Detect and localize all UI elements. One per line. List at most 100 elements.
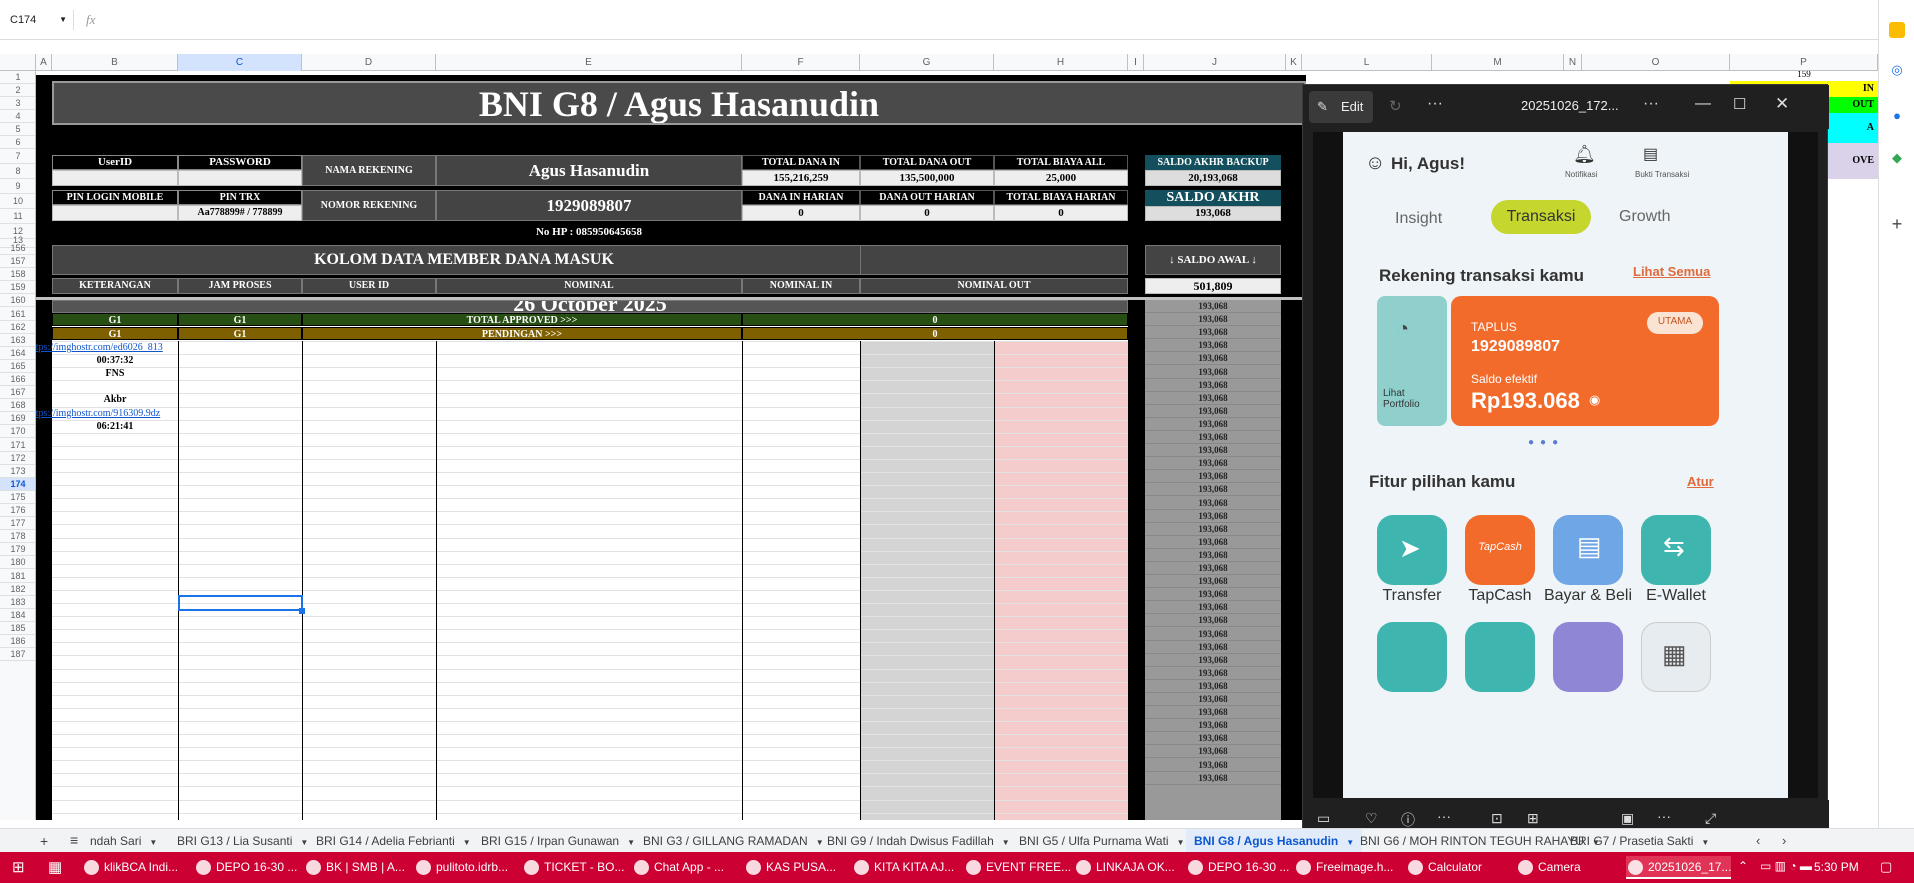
row-header-5[interactable]: 5 [0, 123, 35, 136]
row-header-7[interactable]: 7 [0, 149, 35, 164]
row-header-9[interactable]: 9 [0, 179, 35, 194]
value-pin-login[interactable] [52, 205, 178, 221]
member-entry[interactable]: 00:37:32 [52, 354, 178, 367]
row-header-2[interactable]: 2 [0, 84, 35, 97]
start-icon[interactable]: ⊞ [12, 858, 25, 876]
saldo-running-cell[interactable]: 193,068 [1145, 601, 1281, 615]
row-header-183[interactable]: 183 [0, 596, 35, 609]
taskbar-item[interactable]: klikBCA Indi... [82, 856, 178, 879]
filmstrip-icon[interactable]: ▭ [1317, 810, 1330, 827]
fullscreen-icon[interactable]: ⤢ [1705, 810, 1716, 827]
chevron-down-icon[interactable]: ▼ [463, 838, 471, 847]
value-total-biaya-harian[interactable]: 0 [994, 205, 1128, 221]
saldo-running-cell[interactable]: 193,068 [1145, 457, 1281, 471]
taskbar-item[interactable]: KITA KITA AJ... [852, 856, 954, 879]
taskbar-item[interactable]: KAS PUSA... [744, 856, 836, 879]
column-header-m[interactable]: M [1432, 54, 1564, 71]
saldo-running-cell[interactable]: 193,068 [1145, 523, 1281, 536]
saldo-running-cell[interactable]: 193,068 [1145, 431, 1281, 444]
notification-icon[interactable]: ▢ [1880, 859, 1892, 875]
row-header-170[interactable]: 170 [0, 425, 35, 439]
row-header-174[interactable]: 174 [0, 477, 35, 491]
row-header-159[interactable]: 159 [0, 281, 35, 295]
saldo-running-cell[interactable]: 193,068 [1145, 536, 1281, 549]
saldo-running-cell[interactable]: 193,068 [1145, 444, 1281, 458]
value-total-dana-in[interactable]: 155,216,259 [742, 170, 860, 186]
saldo-running-cell[interactable]: 193,068 [1145, 628, 1281, 641]
row-header-166[interactable]: 166 [0, 373, 35, 387]
row-header-1[interactable]: 1 [0, 71, 35, 84]
saldo-running-cell[interactable]: 193,068 [1145, 379, 1281, 392]
sheet-tab[interactable]: BNI G9 / Indah Dwisus Fadillah ▼ [827, 829, 1010, 853]
saldo-running-cell[interactable]: 193,068 [1145, 719, 1281, 733]
saldo-running-cell[interactable]: 193,068 [1145, 641, 1281, 654]
row-header-172[interactable]: 172 [0, 452, 35, 465]
member-proof-link[interactable]: https://imghostr.com/916309.9dz [36, 407, 228, 420]
value-saldo-akhir-backup[interactable]: 20,193,068 [1145, 170, 1281, 186]
tray-chevron-icon[interactable]: ⌃ [1738, 859, 1748, 873]
saldo-running-cell[interactable]: 193,068 [1145, 510, 1281, 523]
saldo-running-cell[interactable]: 193,068 [1145, 483, 1281, 497]
chevron-down-icon[interactable]: ▼ [816, 838, 824, 847]
row-header-168[interactable]: 168 [0, 399, 35, 413]
sheet-tab[interactable]: BRI G14 / Adelia Febrianti ▼ [316, 829, 471, 853]
fill-handle[interactable] [299, 608, 305, 614]
value-userid[interactable] [52, 170, 178, 186]
column-header-e[interactable]: E [436, 54, 742, 71]
close-icon[interactable]: ✕ [1775, 94, 1789, 114]
chevron-down-icon[interactable]: ▼ [1346, 838, 1354, 847]
column-header-o[interactable]: O [1582, 54, 1730, 71]
value-total-dana-out[interactable]: 135,500,000 [860, 170, 994, 186]
row-header-163[interactable]: 163 [0, 334, 35, 347]
visual-search-icon[interactable]: ⊞ [1527, 810, 1539, 827]
saldo-running-cell[interactable]: 193,068 [1145, 392, 1281, 405]
row-header-8[interactable]: 8 [0, 164, 35, 179]
value-dana-out-harian[interactable]: 0 [860, 205, 994, 221]
column-header-c[interactable]: C [178, 54, 302, 71]
sheet-tab[interactable]: BRI G15 / Irpan Gunawan ▼ [481, 829, 635, 853]
column-header-d[interactable]: D [302, 54, 436, 71]
add-sheet-icon[interactable]: + [40, 833, 48, 849]
tab-scroll-right-icon[interactable]: › [1782, 833, 1786, 848]
sheet-tab[interactable]: BNI G8 / Agus Hasanudin ▼ [1186, 829, 1363, 853]
row-header-187[interactable]: 187 [0, 648, 35, 662]
row-header-176[interactable]: 176 [0, 504, 35, 518]
saldo-running-cell[interactable]: 193,068 [1145, 339, 1281, 353]
value-saldo-akhr[interactable]: 193,068 [1145, 206, 1281, 221]
row-header-6[interactable]: 6 [0, 136, 35, 149]
saldo-running-cell[interactable]: 193,068 [1145, 772, 1281, 785]
all-sheets-icon[interactable]: ≡ [70, 832, 78, 848]
tray-icons[interactable]: ▭ ▥ ◔ ▬ [1760, 859, 1812, 873]
tab-scroll-left-icon[interactable]: ‹ [1756, 833, 1760, 848]
saldo-running-cell[interactable]: 193,068 [1145, 614, 1281, 628]
value-pin-trx[interactable]: Aa778899# / 778899 [178, 205, 302, 221]
saldo-running-cell[interactable]: 193,068 [1145, 300, 1281, 313]
member-entry[interactable]: 06:21:41 [52, 420, 178, 433]
row-header-181[interactable]: 181 [0, 570, 35, 583]
rotate-icon[interactable]: ↻ [1389, 97, 1402, 115]
saldo-running-cell[interactable]: 193,068 [1145, 549, 1281, 562]
saldo-running-cell[interactable]: 193,068 [1145, 706, 1281, 720]
saldo-running-cell[interactable]: 193,068 [1145, 732, 1281, 746]
keep-icon[interactable] [1889, 22, 1905, 38]
member-proof-link[interactable]: https://imghostr.com/ed6026_813 [36, 341, 228, 354]
sheet-tab[interactable]: BNI G5 / Ulfa Purnama Wati ▼ [1019, 829, 1185, 853]
chevron-down-icon[interactable]: ▼ [300, 838, 308, 847]
taskbar-item[interactable]: BK | SMB | A... [304, 856, 405, 879]
column-header-b[interactable]: B [52, 54, 178, 71]
value-saldo-awal[interactable]: 501,809 [1145, 278, 1281, 294]
value-nomor-rekening[interactable]: 1929089807 [436, 190, 742, 221]
row-header-185[interactable]: 185 [0, 622, 35, 635]
row-header-161[interactable]: 161 [0, 308, 35, 321]
column-header-g[interactable]: G [860, 54, 994, 71]
row-header-165[interactable]: 165 [0, 360, 35, 373]
taskbar-item[interactable]: DEPO 16-30 ... [194, 856, 297, 879]
sheet-tab[interactable]: BRI G7 / Prasetia Sakti ▼ [1570, 829, 1709, 853]
sheet-tab[interactable]: ndah Sari ▼ [90, 829, 157, 853]
column-header-l[interactable]: L [1302, 54, 1432, 71]
chevron-down-icon[interactable]: ▼ [1002, 838, 1010, 847]
row-header-167[interactable]: 167 [0, 386, 35, 400]
saldo-running-cell[interactable]: 193,068 [1145, 418, 1281, 431]
column-header-f[interactable]: F [742, 54, 860, 71]
column-header-n[interactable]: N [1564, 54, 1582, 71]
